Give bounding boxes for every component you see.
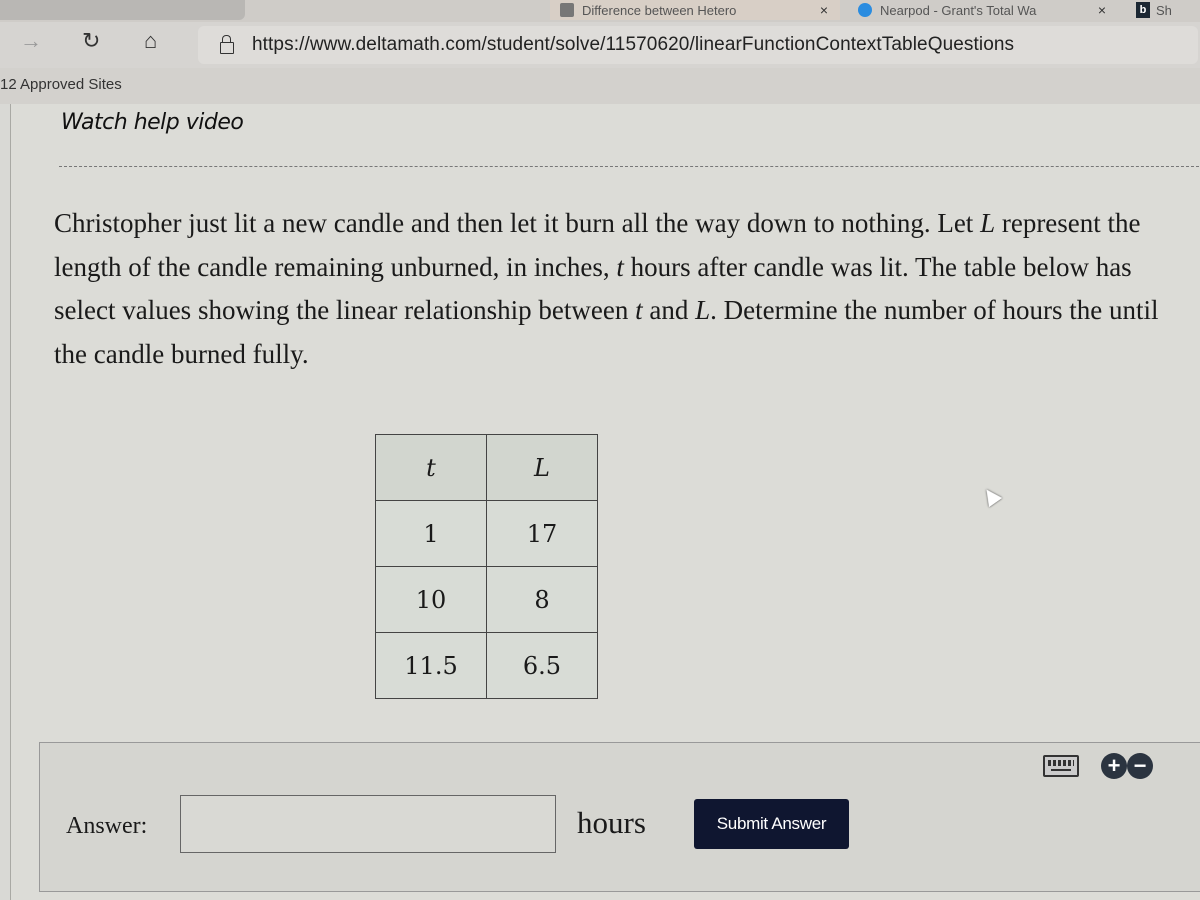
favorites-folder-approved-sites[interactable]: 12 Approved Sites [0, 76, 122, 93]
tab-label: Nearpod - Grant's Total Wa [880, 2, 1037, 18]
close-icon[interactable]: × [1098, 2, 1106, 18]
home-icon[interactable]: ⌂ [144, 28, 157, 54]
zoom-out-button[interactable]: − [1127, 753, 1153, 779]
question-text: Christopher just lit a new candle and th… [54, 202, 1194, 376]
unit-label: hours [577, 805, 646, 840]
reload-icon[interactable]: ↻ [82, 28, 100, 54]
answer-input[interactable] [180, 795, 556, 853]
zoom-in-button[interactable]: + [1101, 753, 1127, 779]
tab-difference-hetero[interactable]: Difference between Hetero × [550, 0, 840, 20]
column-header-t: t [375, 434, 487, 501]
navigation-bar: → ↻ ⌂ https://www.deltamath.com/student/… [0, 22, 1200, 68]
table-header-row: t L [375, 434, 598, 501]
watch-help-video-link[interactable]: Watch help video [61, 110, 244, 135]
divider [59, 166, 1199, 167]
cell-t: 11.5 [375, 632, 487, 699]
tab-previous[interactable] [0, 0, 245, 20]
url-text[interactable]: https://www.deltamath.com/student/solve/… [252, 34, 1014, 56]
nearpod-icon [858, 3, 872, 17]
column-header-L: L [486, 434, 598, 501]
values-table: t L 1 17 10 8 11.5 6.5 [375, 434, 598, 699]
cell-L: 6.5 [486, 632, 598, 699]
answer-panel: + − Answer: hours Submit Answer [39, 742, 1200, 892]
variable-L: L [980, 208, 996, 238]
keyboard-icon[interactable] [1043, 755, 1079, 777]
favorites-bar: 12 Approved Sites [0, 68, 1200, 104]
variable-t: t [616, 251, 624, 282]
question-part: and [642, 295, 696, 325]
tab-strip: Difference between Hetero × Nearpod - Gr… [0, 0, 1200, 22]
tab-nearpod[interactable]: Nearpod - Grant's Total Wa × [848, 0, 1118, 20]
bing-icon: b [1136, 2, 1150, 18]
submit-answer-button[interactable]: Submit Answer [694, 799, 849, 849]
table-row: 11.5 6.5 [375, 632, 598, 699]
tab-bing[interactable]: b Sh [1128, 0, 1200, 20]
tab-label: Sh [1156, 2, 1172, 18]
table-row: 10 8 [375, 566, 598, 633]
cell-L: 17 [486, 500, 598, 567]
forward-icon[interactable]: → [20, 28, 42, 54]
address-bar[interactable]: https://www.deltamath.com/student/solve/… [198, 26, 1198, 64]
page-icon [560, 3, 574, 17]
cell-t: 1 [375, 500, 487, 567]
variable-L: L [695, 295, 711, 325]
tab-label: Difference between Hetero [582, 2, 737, 18]
answer-label: Answer: [66, 813, 148, 839]
lock-icon [220, 35, 234, 54]
table-row: 1 17 [375, 500, 598, 567]
question-part: Christopher just lit a new candle and th… [54, 208, 981, 238]
cell-t: 10 [375, 566, 487, 633]
variable-t: t [635, 295, 643, 325]
page-content: Watch help video Christopher just lit a … [10, 104, 1200, 900]
close-icon[interactable]: × [820, 2, 828, 18]
cell-L: 8 [486, 566, 598, 633]
